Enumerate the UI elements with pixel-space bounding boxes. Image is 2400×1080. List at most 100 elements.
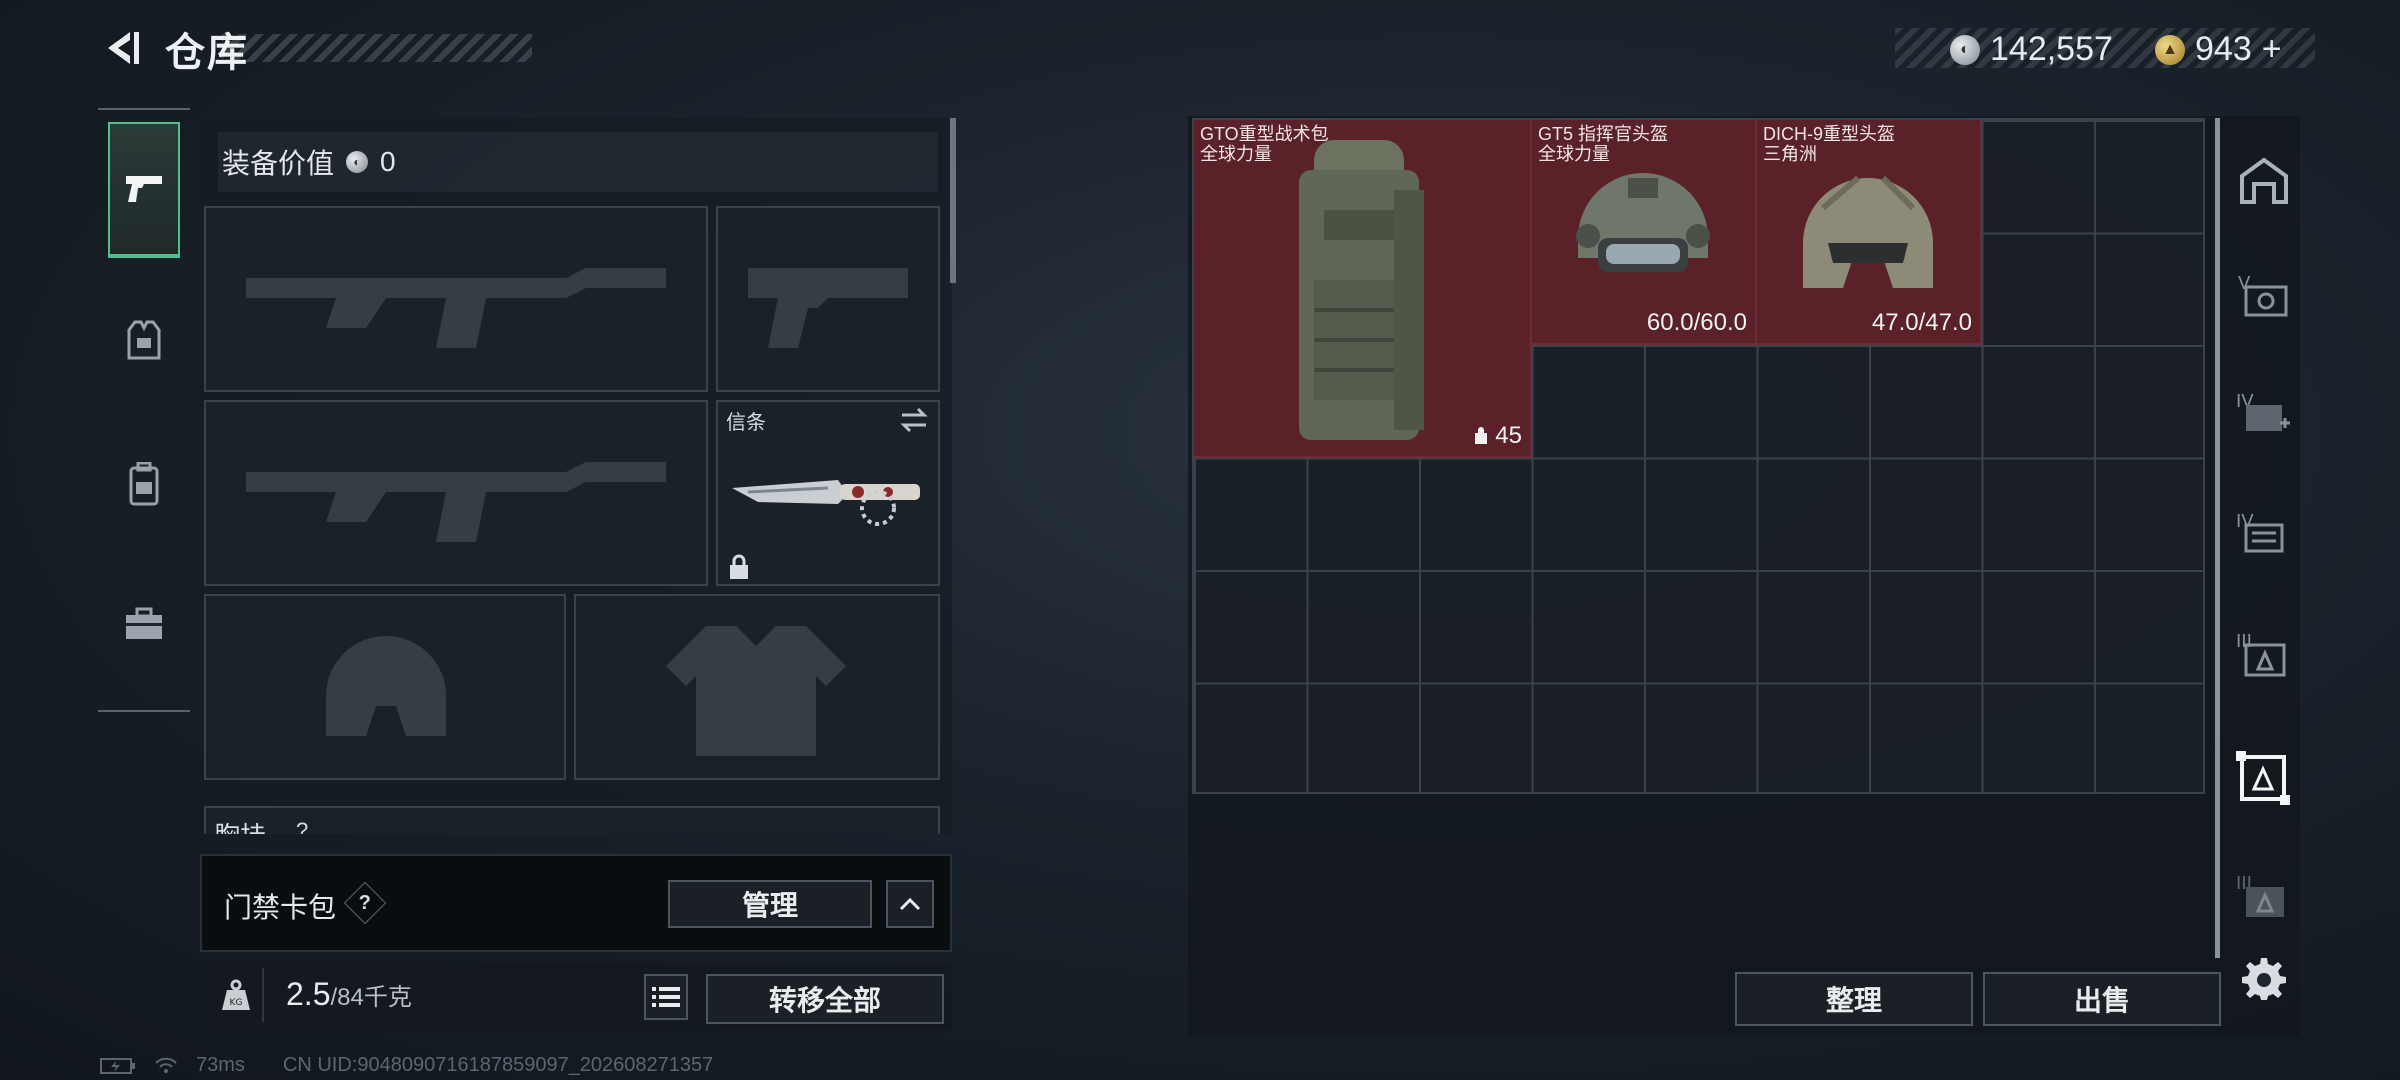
side-tab-storage-iv-add[interactable]: IV	[2232, 380, 2296, 444]
heavy-helmet-item-icon	[1803, 175, 1933, 288]
storage-active-icon	[2236, 751, 2290, 805]
pistol-silhouette-icon	[748, 268, 908, 348]
category-tabs	[98, 108, 190, 712]
storage-grid[interactable]: GTO重型战术包 全球力量 45 GT5 指挥官头盔 全球力量 60.0/60.…	[1192, 118, 2205, 794]
silver-amount: 142,557	[1990, 30, 2113, 68]
silver-coin-icon: ◐	[346, 151, 369, 173]
settings-button[interactable]	[2232, 946, 2296, 1010]
side-tab-shelter[interactable]	[2232, 148, 2296, 212]
capacity-icon	[1475, 427, 1488, 444]
storage-iii-icon: III	[2236, 631, 2286, 677]
item-subtitle: 全球力量	[1200, 144, 1272, 164]
storage-item-backpack[interactable]: GTO重型战术包 全球力量 45	[1194, 120, 1532, 458]
side-tab-storage-active[interactable]	[2232, 746, 2296, 810]
storage-iv-icon: IV	[2236, 511, 2284, 553]
status-bar: 73ms CN UID:9048090716187859097_20260827…	[100, 1054, 713, 1077]
side-tab-storage-iii-alt[interactable]: III	[2232, 864, 2296, 928]
item-stat: 45	[1473, 422, 1522, 450]
tab-gear[interactable]	[108, 272, 180, 408]
item-name: DICH-9重型头盔 三角洲	[1763, 124, 1895, 164]
vest-icon	[127, 320, 161, 360]
rifle-silhouette-icon	[246, 268, 666, 348]
storage-scrollbar[interactable]	[2215, 118, 2220, 958]
user-uid: CN UID:9048090716187859097_202608271357	[282, 1054, 714, 1076]
storage-iv-add-icon: IV	[2236, 391, 2290, 431]
storage-iii-alt-icon: III	[2236, 873, 2284, 917]
helmet-slot[interactable]	[204, 594, 566, 780]
loadout-panel: 装备价值 ◐ 0 信条 ?	[200, 118, 952, 834]
keycard-help-button[interactable]: ?	[343, 881, 387, 925]
briefcase-icon	[126, 607, 162, 639]
armor-slot[interactable]	[574, 594, 940, 780]
battery-icon	[100, 1057, 135, 1074]
title-decoration	[222, 34, 532, 62]
weight-capacity: /84千克	[330, 984, 412, 1011]
item-name: GT5 指挥官头盔 全球力量	[1538, 124, 1668, 164]
back-arrow-icon	[108, 32, 139, 64]
keycard-case-label: 门禁卡包	[224, 892, 337, 923]
weight-row: KG 2.5/84千克 转移全部	[200, 962, 952, 1030]
melee-slot-label: 信条	[726, 412, 766, 434]
svg-text:III: III	[2236, 631, 2252, 652]
tab-case[interactable]	[108, 556, 180, 692]
gear-icon	[2242, 958, 2286, 1000]
weight-icon: KG	[210, 968, 264, 1022]
gold-currency[interactable]: ▲ 943 +	[2155, 30, 2282, 69]
armor-silhouette-icon	[666, 626, 846, 756]
wifi-icon	[155, 1057, 177, 1073]
item-title: GTO重型战术包	[1200, 124, 1329, 144]
list-icon	[652, 987, 680, 1007]
rifle-silhouette-icon	[246, 462, 666, 542]
add-gold-button[interactable]: +	[2262, 30, 2282, 69]
ping-value: 73ms	[196, 1054, 245, 1076]
page-title: 仓库	[165, 31, 249, 75]
chest-rig-label: 胸挂	[214, 816, 266, 834]
keycard-case-row: 门禁卡包 ? 管理	[200, 854, 952, 952]
storage-v-icon: V	[2238, 273, 2288, 317]
backpack-icon	[129, 462, 159, 506]
item-durability: 47.0/47.0	[1871, 309, 1972, 336]
melee-slot[interactable]: 信条	[716, 400, 940, 586]
tab-weapons[interactable]	[108, 122, 180, 258]
storage-item-helmet-gt5[interactable]: GT5 指挥官头盔 全球力量 60.0/60.0	[1532, 120, 1757, 345]
back-button[interactable]	[92, 18, 152, 78]
storage-item-helmet-dich9[interactable]: DICH-9重型头盔 三角洲 47.0/47.0	[1757, 120, 1982, 345]
help-icon: ?	[358, 891, 372, 914]
silver-coin-icon: ◐	[1950, 34, 1980, 65]
gold-amount: 943	[2195, 30, 2252, 68]
chest-rig-hint: ?	[296, 818, 309, 834]
side-tab-storage-iii[interactable]: III	[2232, 622, 2296, 686]
lock-icon	[730, 554, 748, 579]
primary-weapon-slot[interactable]	[204, 206, 708, 392]
weight-current: 2.5	[286, 976, 331, 1012]
gold-coin-icon: ▲	[2155, 34, 2185, 65]
secondary-weapon-slot[interactable]	[204, 400, 708, 586]
tab-backpack[interactable]	[108, 416, 180, 552]
shelter-icon	[2240, 157, 2288, 204]
loadout-scrollbar[interactable]	[950, 118, 956, 283]
collapse-button[interactable]	[886, 880, 934, 928]
sort-button[interactable]: 整理	[1735, 972, 1973, 1026]
sidearm-slot[interactable]	[716, 206, 940, 392]
side-tab-storage-v[interactable]: V	[2232, 262, 2296, 326]
transfer-all-button[interactable]: 转移全部	[706, 974, 944, 1024]
equipment-value-label: 装备价值	[222, 148, 335, 179]
equipment-value: 0	[380, 146, 396, 177]
manage-button[interactable]: 管理	[668, 880, 872, 928]
sell-button[interactable]: 出售	[1983, 972, 2221, 1026]
side-tab-storage-iv[interactable]: IV	[2232, 500, 2296, 564]
item-durability: 60.0/60.0	[1646, 309, 1747, 336]
chevron-up-icon	[899, 897, 921, 911]
backpack-item-icon	[1299, 140, 1424, 440]
chest-rig-slot[interactable]: 胸挂 ?	[204, 806, 940, 834]
helmet-silhouette-icon	[326, 636, 446, 736]
silver-currency: ◐ 142,557	[1950, 30, 2113, 69]
list-view-button[interactable]	[644, 974, 688, 1020]
swap-icon[interactable]	[898, 406, 930, 434]
svg-text:KG: KG	[230, 998, 243, 1008]
weight-value: 2.5/84千克	[286, 976, 412, 1013]
item-subtitle: 全球力量	[1538, 144, 1610, 164]
knife-icon	[732, 480, 920, 526]
item-title: GT5 指挥官头盔	[1538, 124, 1669, 144]
helmet-item-icon	[1576, 173, 1710, 272]
